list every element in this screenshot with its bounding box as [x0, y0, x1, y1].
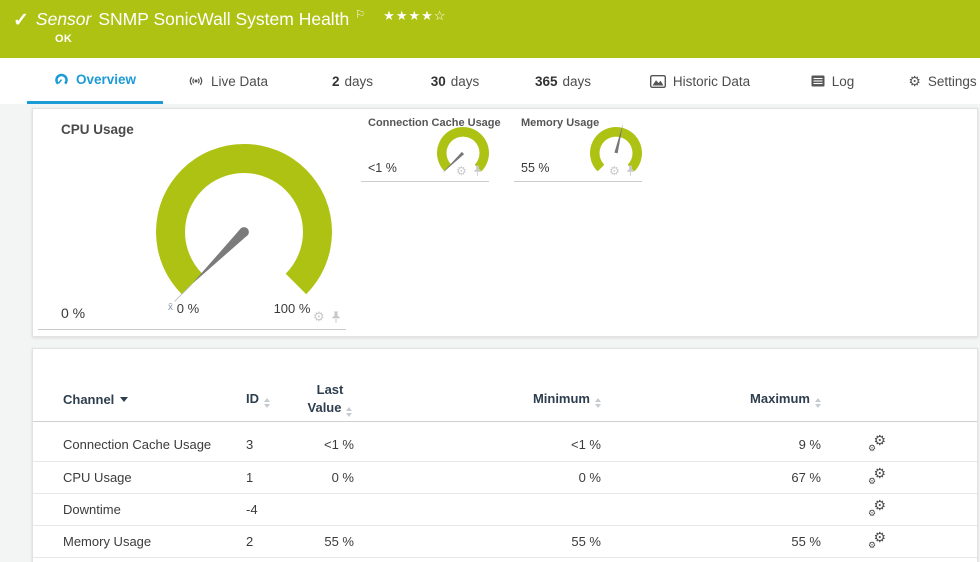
cell-id: -4	[246, 502, 306, 517]
pin-icon[interactable]	[626, 165, 635, 177]
pin-icon[interactable]	[473, 165, 482, 177]
tab-label: Log	[832, 74, 855, 89]
memory-gauge-card: Memory Usage 55 % ⚙	[514, 115, 642, 182]
cell-id: 2	[246, 534, 306, 549]
tab-bar: Overview Live Data 2 days 30 days 365 da…	[0, 58, 980, 104]
channel-settings-icon[interactable]: ⚙⚙	[867, 469, 887, 484]
tab-365-days[interactable]: 365 days	[528, 58, 598, 104]
priority-stars[interactable]: ★★★★☆	[383, 8, 446, 24]
cpu-gauge: x̄ 0 % 100 %	[147, 137, 347, 327]
sort-desc-icon	[120, 397, 128, 402]
cell-last-value: 0 %	[306, 470, 354, 485]
table-row[interactable]: Downtime -4 ⚙⚙	[33, 494, 977, 526]
sort-icon	[264, 398, 270, 408]
tab-historic-data[interactable]: Historic Data	[640, 58, 760, 104]
cpu-gauge-arc	[156, 144, 332, 294]
cpu-gauge-title: CPU Usage	[61, 122, 134, 137]
cell-maximum: 67 %	[601, 470, 821, 485]
cpu-current-value: 0 %	[61, 305, 85, 321]
table-header-row: Channel ID Last Value Minimum Maximum	[33, 377, 977, 422]
header-last-value[interactable]: Last Value	[306, 381, 354, 417]
tab-30-days[interactable]: 30 days	[425, 58, 485, 104]
header-minimum[interactable]: Minimum	[354, 391, 601, 408]
live-data-icon	[188, 75, 204, 87]
tab-days-unit: days	[563, 74, 592, 89]
tab-days-number: 365	[535, 74, 558, 89]
cpu-gauge-needle	[192, 229, 248, 285]
gauges-panel: CPU Usage x̄ 0 % 100 % 0 % ⚙ Connection	[32, 108, 978, 337]
pin-icon[interactable]	[331, 311, 341, 324]
cell-maximum: 55 %	[601, 534, 821, 549]
cell-id: 3	[246, 437, 306, 452]
tab-label: Live Data	[211, 74, 268, 89]
cell-last-value: <1 %	[306, 437, 354, 452]
scale-min-label: 0 %	[177, 301, 200, 316]
connection-cache-value: <1 %	[368, 161, 397, 175]
tab-label: Overview	[76, 72, 136, 87]
cell-minimum: 55 %	[354, 534, 601, 549]
tab-days-unit: days	[344, 74, 373, 89]
channel-settings-icon[interactable]: ⚙⚙	[867, 436, 887, 451]
gauge-gear-icon[interactable]: ⚙	[456, 164, 467, 178]
cell-minimum: <1 %	[354, 437, 601, 452]
gauge-gear-icon[interactable]: ⚙	[313, 309, 325, 325]
prtg-sensor-page: ✓ Sensor SNMP SonicWall System Health ⚐ …	[0, 0, 980, 562]
tab-log[interactable]: Log	[805, 58, 860, 104]
cell-channel[interactable]: Downtime	[63, 502, 246, 517]
channels-table: Channel ID Last Value Minimum Maximum Co…	[33, 349, 977, 558]
channel-settings-icon[interactable]: ⚙⚙	[867, 501, 887, 516]
sort-icon	[815, 398, 821, 408]
priority-flag-icon[interactable]: ⚐	[355, 8, 365, 21]
header-id[interactable]: ID	[246, 391, 306, 408]
cell-channel[interactable]: Connection Cache Usage	[63, 437, 246, 452]
memory-value: 55 %	[521, 161, 550, 175]
status-banner: ✓ Sensor SNMP SonicWall System Health ⚐ …	[0, 0, 980, 58]
connection-cache-gauge-card: Connection Cache Usage <1 % ⚙	[361, 115, 489, 182]
historic-chart-icon	[650, 75, 666, 88]
gauge-gear-icon[interactable]: ⚙	[609, 164, 620, 178]
card-separator	[38, 329, 346, 330]
tab-days-number: 30	[431, 74, 446, 89]
cell-id: 1	[246, 470, 306, 485]
scale-max-label: 100 %	[274, 301, 311, 316]
table-row[interactable]: Connection Cache Usage 3 <1 % <1 % 9 % ⚙…	[33, 422, 977, 462]
cell-maximum: 9 %	[601, 437, 821, 452]
table-row[interactable]: CPU Usage 1 0 % 0 % 67 % ⚙⚙	[33, 462, 977, 494]
sensor-kind-label: Sensor	[36, 9, 91, 30]
tab-days-unit: days	[451, 74, 480, 89]
settings-gear-icon: ⚙	[908, 73, 921, 90]
tab-overview[interactable]: Overview	[27, 58, 163, 104]
header-maximum[interactable]: Maximum	[601, 391, 821, 408]
star-empty[interactable]: ☆	[434, 8, 447, 23]
cell-channel[interactable]: Memory Usage	[63, 534, 246, 549]
channel-settings-icon[interactable]: ⚙⚙	[867, 533, 887, 548]
cell-last-value: 55 %	[306, 534, 354, 549]
stars-filled[interactable]: ★★★★	[383, 8, 434, 23]
cell-minimum: 0 %	[354, 470, 601, 485]
cell-channel[interactable]: CPU Usage	[63, 470, 246, 485]
avg-marker: x̄	[168, 302, 173, 313]
ok-check-icon: ✓	[13, 9, 29, 32]
log-icon	[811, 75, 825, 87]
tab-live-data[interactable]: Live Data	[180, 58, 276, 104]
header-channel[interactable]: Channel	[63, 392, 246, 407]
channels-panel: Channel ID Last Value Minimum Maximum Co…	[32, 348, 978, 562]
tab-days-number: 2	[332, 74, 340, 89]
gauge-icon	[54, 73, 69, 86]
table-row[interactable]: Memory Usage 2 55 % 55 % 55 % ⚙⚙	[33, 526, 977, 558]
sort-icon	[346, 407, 352, 417]
sensor-title: SNMP SonicWall System Health	[98, 9, 349, 30]
tab-label: Settings	[928, 74, 977, 89]
tab-label: Historic Data	[673, 74, 750, 89]
sensor-status-text: OK	[55, 33, 72, 45]
tab-settings[interactable]: ⚙ Settings	[900, 58, 980, 104]
tab-2-days[interactable]: 2 days	[325, 58, 380, 104]
